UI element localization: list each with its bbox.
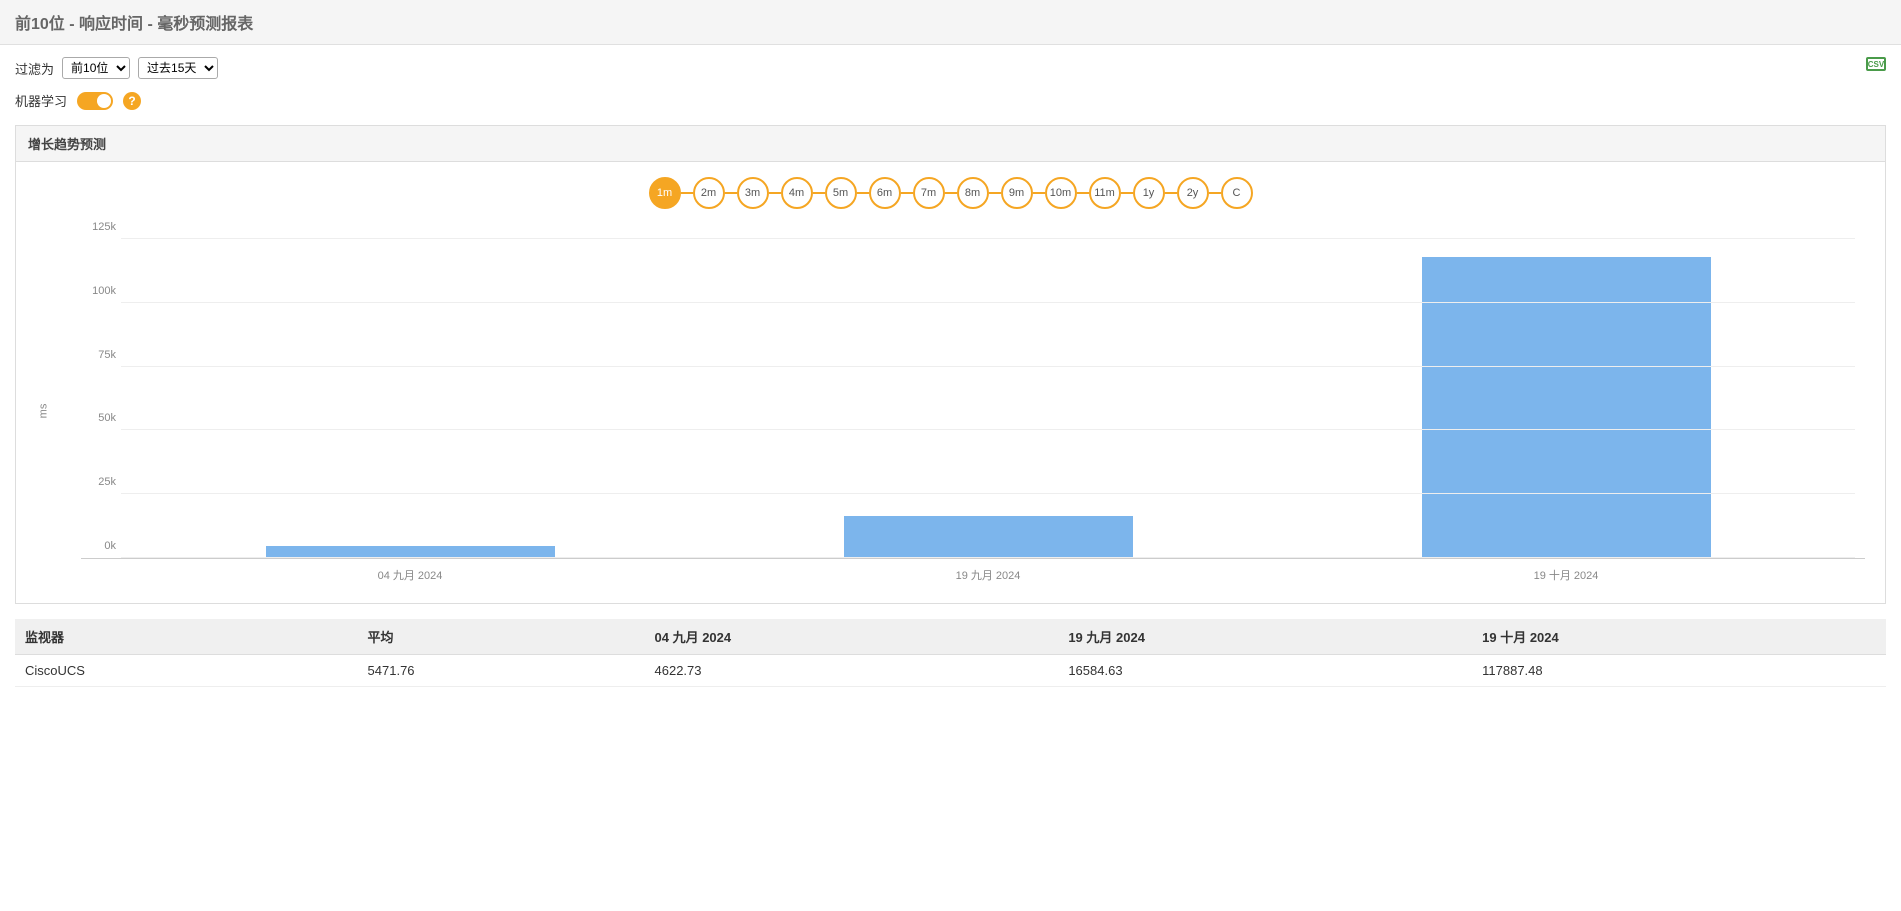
range-sep [1209, 192, 1221, 194]
cell-avg: 5471.76 [358, 655, 645, 687]
range-sep [945, 192, 957, 194]
range-selector: 1m 2m 3m 4m 5m 6m 7m 8m 9m 10m 11m 1y 2y C [36, 177, 1865, 209]
ytick: 25k [81, 476, 116, 488]
xtick: 19 九月 2024 [699, 559, 1277, 583]
th-c1: 04 九月 2024 [645, 619, 1059, 655]
range-sep [769, 192, 781, 194]
range-btn-C[interactable]: C [1221, 177, 1253, 209]
forecast-panel: 增长趋势预测 1m 2m 3m 4m 5m 6m 7m 8m 9m 10m 11m 1y 2y C ms … [15, 125, 1886, 604]
range-btn-9m[interactable]: 9m [1001, 177, 1033, 209]
range-sep [1121, 192, 1133, 194]
th-monitor: 监视器 [15, 619, 358, 655]
filter-label: 过滤为 [15, 59, 54, 78]
export-csv-icon[interactable]: CSV [1866, 57, 1886, 71]
bar-slot [121, 239, 699, 558]
plot: 0k25k50k75k100k125k [81, 239, 1865, 559]
range-sep [813, 192, 825, 194]
range-btn-2y[interactable]: 2y [1177, 177, 1209, 209]
period-select[interactable]: 过去15天 [138, 57, 218, 79]
cell-monitor: CiscoUCS [15, 655, 358, 687]
chart-area: ms 0k25k50k75k100k125k 04 九月 202419 九月 2… [36, 239, 1865, 583]
panel-body: 1m 2m 3m 4m 5m 6m 7m 8m 9m 10m 11m 1y 2y C ms 0k 25k 50… [16, 162, 1885, 603]
th-c3: 19 十月 2024 [1472, 619, 1886, 655]
ytick: 50k [81, 412, 116, 424]
y-axis-label: ms [37, 404, 49, 419]
ytick: 75k [81, 349, 116, 361]
range-sep [1165, 192, 1177, 194]
gridline [121, 366, 1855, 367]
range-sep [1077, 192, 1089, 194]
panel-title: 增长趋势预测 [16, 126, 1885, 162]
range-btn-3m[interactable]: 3m [737, 177, 769, 209]
ytick: 125k [81, 221, 116, 233]
range-btn-1y[interactable]: 1y [1133, 177, 1165, 209]
data-table: 监视器 平均 04 九月 2024 19 九月 2024 19 十月 2024 … [15, 619, 1886, 687]
page-title: 前10位 - 响应时间 - 毫秒预测报表 [0, 0, 1901, 45]
range-btn-2m[interactable]: 2m [693, 177, 725, 209]
ytick: 0k [81, 540, 116, 552]
th-avg: 平均 [358, 619, 645, 655]
range-sep [725, 192, 737, 194]
bar[interactable] [844, 516, 1133, 558]
ml-label: 机器学习 [15, 91, 67, 110]
ytick: 100k [81, 285, 116, 297]
help-icon[interactable]: ? [123, 92, 141, 110]
range-btn-11m[interactable]: 11m [1089, 177, 1121, 209]
range-btn-8m[interactable]: 8m [957, 177, 989, 209]
filter-bar: 过滤为 前10位 过去15天 CSV [0, 45, 1901, 91]
bar-slot [699, 239, 1277, 558]
bar-slot [1277, 239, 1855, 558]
table-row: CiscoUCS5471.764622.7316584.63117887.48 [15, 655, 1886, 687]
gridline [121, 238, 1855, 239]
topn-select[interactable]: 前10位 [62, 57, 130, 79]
gridline [121, 302, 1855, 303]
th-c2: 19 九月 2024 [1058, 619, 1472, 655]
range-sep [857, 192, 869, 194]
range-btn-4m[interactable]: 4m [781, 177, 813, 209]
range-btn-10m[interactable]: 10m [1045, 177, 1077, 209]
range-btn-1m[interactable]: 1m [649, 177, 681, 209]
cell-c1: 4622.73 [645, 655, 1059, 687]
ml-row: 机器学习 ? [0, 91, 1901, 125]
range-sep [901, 192, 913, 194]
gridline [121, 493, 1855, 494]
gridline [121, 429, 1855, 430]
cell-c2: 16584.63 [1058, 655, 1472, 687]
range-btn-7m[interactable]: 7m [913, 177, 945, 209]
range-sep [1033, 192, 1045, 194]
gridline [121, 557, 1855, 558]
xtick: 19 十月 2024 [1277, 559, 1855, 583]
range-sep [681, 192, 693, 194]
range-btn-6m[interactable]: 6m [869, 177, 901, 209]
cell-c3: 117887.48 [1472, 655, 1886, 687]
ml-toggle[interactable] [77, 92, 113, 110]
range-btn-5m[interactable]: 5m [825, 177, 857, 209]
xtick: 04 九月 2024 [121, 559, 699, 583]
range-sep [989, 192, 1001, 194]
